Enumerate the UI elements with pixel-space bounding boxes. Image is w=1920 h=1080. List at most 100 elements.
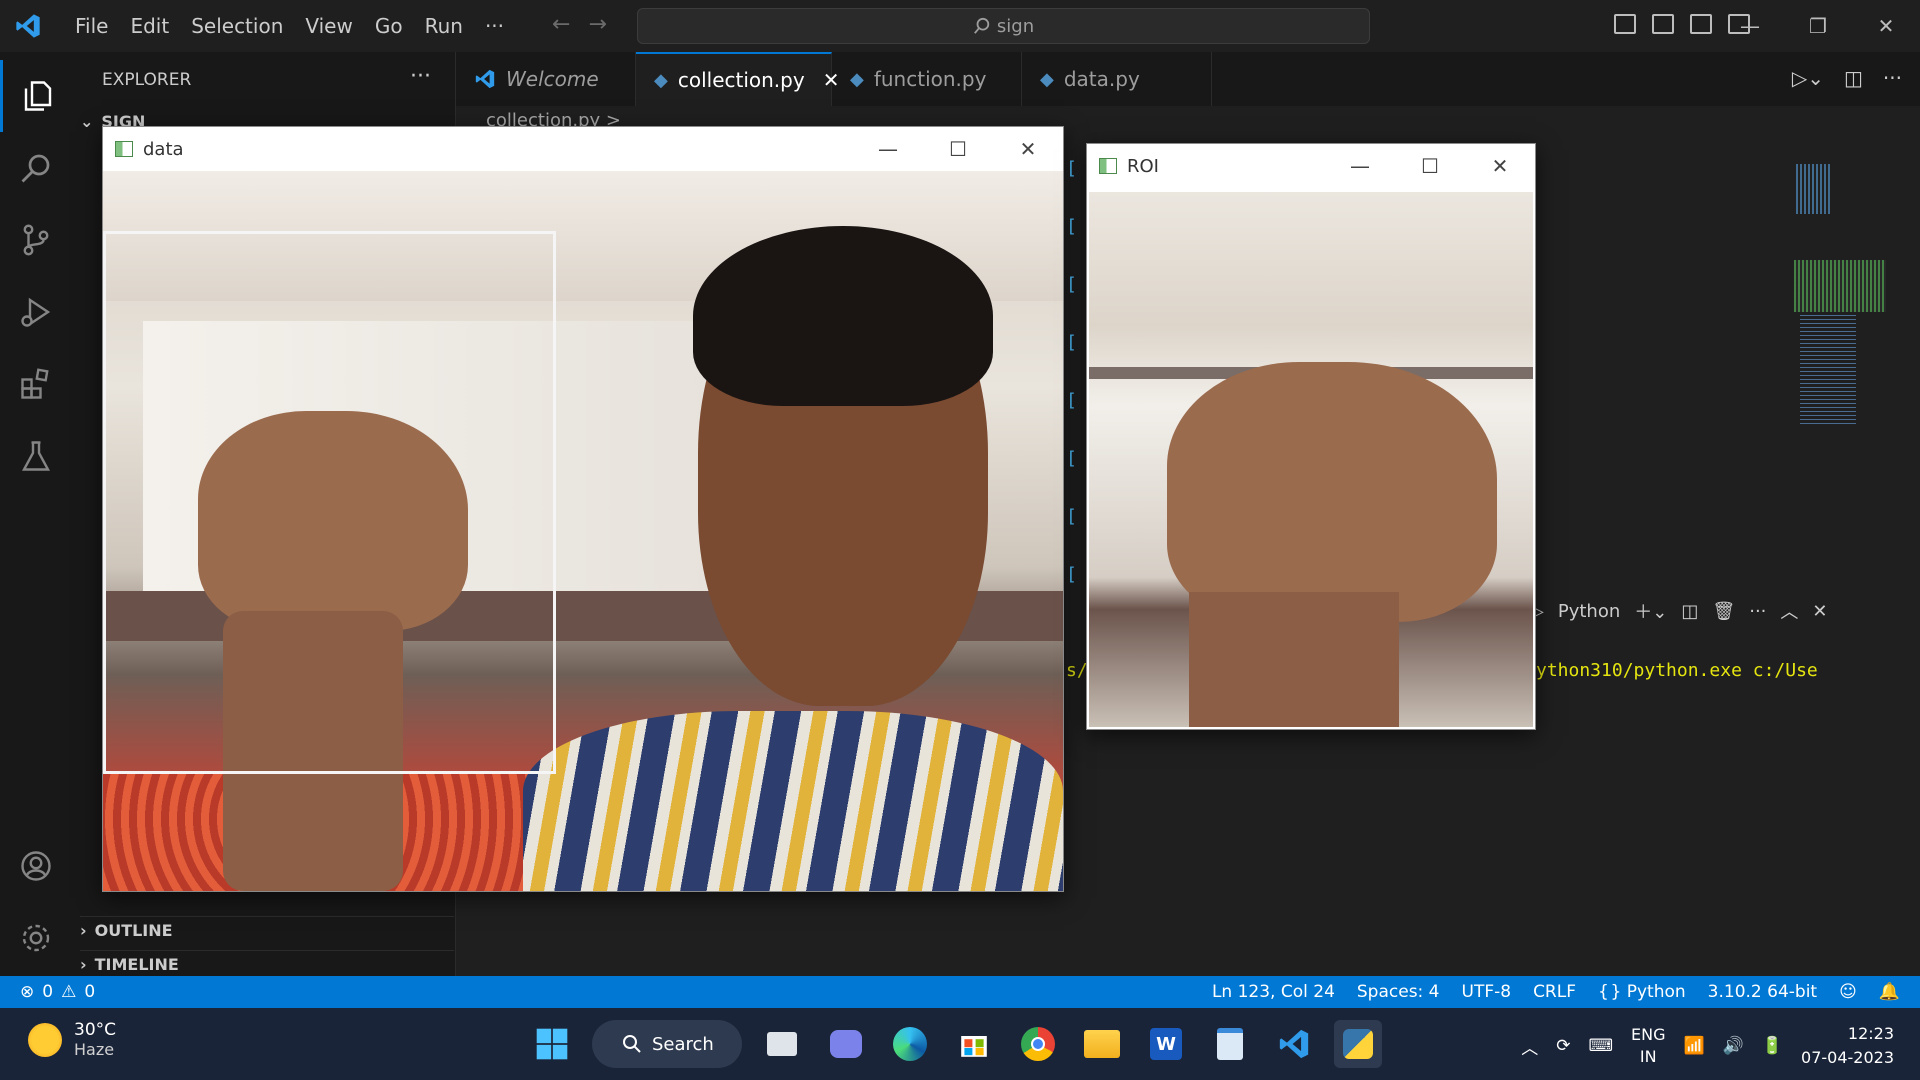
close-icon[interactable]: ✕ (993, 127, 1063, 171)
restore-icon[interactable]: ❐ (1784, 0, 1852, 52)
chrome-browser-icon[interactable] (1014, 1020, 1062, 1068)
terminal-prefix: s/ (1066, 660, 1088, 681)
battery-icon[interactable]: 🔋 (1762, 1036, 1783, 1056)
toggle-panel-icon[interactable] (1652, 14, 1674, 34)
language-mode[interactable]: { } Python (1598, 982, 1686, 1002)
opencv-window-roi[interactable]: ROI — ☐ ✕ (1086, 143, 1536, 730)
feedback-icon[interactable]: ☺ (1839, 982, 1857, 1002)
vscode-taskbar-icon[interactable] (1270, 1020, 1318, 1068)
cursor-position[interactable]: Ln 123, Col 24 (1212, 982, 1335, 1002)
microsoft-store-icon[interactable] (950, 1020, 998, 1068)
settings-gear-icon[interactable] (0, 902, 72, 974)
maximize-panel-icon[interactable]: ︿ (1780, 598, 1798, 624)
edge-browser-icon[interactable] (886, 1020, 934, 1068)
split-terminal-icon[interactable]: ◫ (1681, 601, 1698, 622)
kill-terminal-icon[interactable]: 🗑 (1712, 601, 1735, 622)
notepad-icon[interactable] (1206, 1020, 1254, 1068)
tab-welcome[interactable]: Welcome (456, 52, 636, 106)
file-explorer-icon[interactable] (1078, 1020, 1126, 1068)
close-icon[interactable]: ✕ (1852, 0, 1920, 52)
outline-label: OUTLINE (94, 921, 173, 940)
language-indicator[interactable]: ENG IN (1631, 1024, 1665, 1068)
more-actions-icon[interactable]: ··· (1883, 66, 1902, 90)
close-icon[interactable]: ✕ (1465, 144, 1535, 188)
vscode-logo-icon (16, 14, 40, 38)
encoding[interactable]: UTF-8 (1462, 982, 1512, 1002)
taskbar-apps: Search W (528, 1020, 1382, 1068)
tab-label: data.py (1063, 67, 1140, 91)
windows-start-icon[interactable] (528, 1020, 576, 1068)
sync-icon[interactable]: ⟳ (1556, 1036, 1570, 1056)
toggle-secondary-sidebar-icon[interactable] (1690, 14, 1712, 34)
maximize-icon[interactable]: ☐ (923, 127, 993, 171)
menu-view[interactable]: View (294, 14, 363, 38)
timeline-section[interactable]: › TIMELINE (80, 950, 454, 974)
menu-bar: File Edit Selection View Go Run ··· (64, 14, 515, 38)
task-view-icon[interactable] (758, 1020, 806, 1068)
lang-code: ENG (1631, 1025, 1666, 1044)
maximize-icon[interactable]: ☐ (1395, 144, 1465, 188)
terminal-more-icon[interactable]: ··· (1749, 601, 1766, 622)
terminal-toolbar: ▷ Python ＋⌄ ◫ 🗑 ··· ︿ ✕ (1530, 598, 1827, 624)
title-bar: File Edit Selection View Go Run ··· ←→ s… (0, 0, 1920, 52)
word-icon[interactable]: W (1142, 1020, 1190, 1068)
editor-tabs: Welcome ◆ collection.py ✕ ◆ function.py … (456, 52, 1920, 106)
error-icon: ⊗ (20, 982, 35, 1002)
menu-edit[interactable]: Edit (119, 14, 180, 38)
explorer-more-icon[interactable]: ··· (410, 64, 431, 89)
run-debug-icon[interactable] (0, 276, 72, 348)
menu-more[interactable]: ··· (474, 14, 515, 38)
run-file-icon[interactable]: ▷⌄ (1792, 66, 1824, 90)
weather-widget[interactable]: 30°C Haze (28, 1020, 116, 1059)
tab-data[interactable]: ◆ data.py (1022, 52, 1212, 106)
menu-go[interactable]: Go (364, 14, 414, 38)
keyboard-icon[interactable]: ⌨ (1588, 1036, 1613, 1056)
terminal-shell-label[interactable]: Python (1558, 601, 1620, 622)
search-view-icon[interactable] (0, 132, 72, 204)
minimize-icon[interactable]: — (1716, 0, 1784, 52)
search-label: Search (652, 1033, 714, 1055)
problems-indicator[interactable]: ⊗ 0 ⚠ 0 (20, 982, 95, 1002)
wifi-icon[interactable]: 📶 (1684, 1036, 1705, 1056)
python-taskbar-icon[interactable] (1334, 1020, 1382, 1068)
toggle-sidebar-icon[interactable] (1614, 14, 1636, 34)
window-title: ROI (1127, 155, 1159, 177)
extensions-icon[interactable] (0, 348, 72, 420)
warning-count: 0 (84, 982, 96, 1002)
clock[interactable]: 12:23 07-04-2023 (1801, 1022, 1894, 1070)
indentation[interactable]: Spaces: 4 (1357, 982, 1440, 1002)
roi-rectangle (103, 231, 556, 774)
python-interpreter[interactable]: 3.10.2 64-bit (1708, 982, 1817, 1002)
search-icon (623, 1035, 641, 1053)
terminal-output: ython310/python.exe c:/Use (1536, 660, 1818, 681)
opencv-window-data[interactable]: data — ☐ ✕ (102, 126, 1064, 892)
source-control-icon[interactable] (0, 204, 72, 276)
back-arrow-icon[interactable]: ← (552, 12, 588, 37)
menu-run[interactable]: Run (414, 14, 474, 38)
testing-flask-icon[interactable] (0, 420, 72, 492)
python-file-icon: ◆ (654, 69, 668, 91)
taskbar-search[interactable]: Search (592, 1020, 742, 1068)
explorer-icon[interactable] (0, 60, 72, 132)
notifications-bell-icon[interactable]: 🔔 (1879, 982, 1900, 1002)
tab-collection[interactable]: ◆ collection.py ✕ (636, 52, 839, 106)
system-tray: ︿ ⟳ ⌨ ENG IN 📶 🔊 🔋 12:23 07-04-2023 (1521, 1022, 1894, 1070)
show-hidden-icons-icon[interactable]: ︿ (1521, 1034, 1538, 1059)
accounts-icon[interactable] (0, 830, 72, 902)
split-editor-icon[interactable]: ◫ (1844, 66, 1863, 90)
menu-selection[interactable]: Selection (180, 14, 294, 38)
code-fragment: [[[[[[[[ (1066, 158, 1077, 585)
new-terminal-icon[interactable]: ＋⌄ (1634, 598, 1667, 624)
menu-file[interactable]: File (64, 14, 119, 38)
minimize-icon[interactable]: — (853, 127, 923, 171)
outline-section[interactable]: › OUTLINE (80, 916, 454, 940)
tab-function[interactable]: ◆ function.py (832, 52, 1022, 106)
forward-arrow-icon[interactable]: → (588, 12, 624, 37)
teams-chat-icon[interactable] (822, 1020, 870, 1068)
camera-feed (103, 171, 1063, 891)
volume-icon[interactable]: 🔊 (1723, 1036, 1744, 1056)
command-center-search[interactable]: sign (637, 8, 1370, 44)
close-panel-icon[interactable]: ✕ (1812, 601, 1827, 622)
minimize-icon[interactable]: — (1325, 144, 1395, 188)
line-endings[interactable]: CRLF (1533, 982, 1576, 1002)
